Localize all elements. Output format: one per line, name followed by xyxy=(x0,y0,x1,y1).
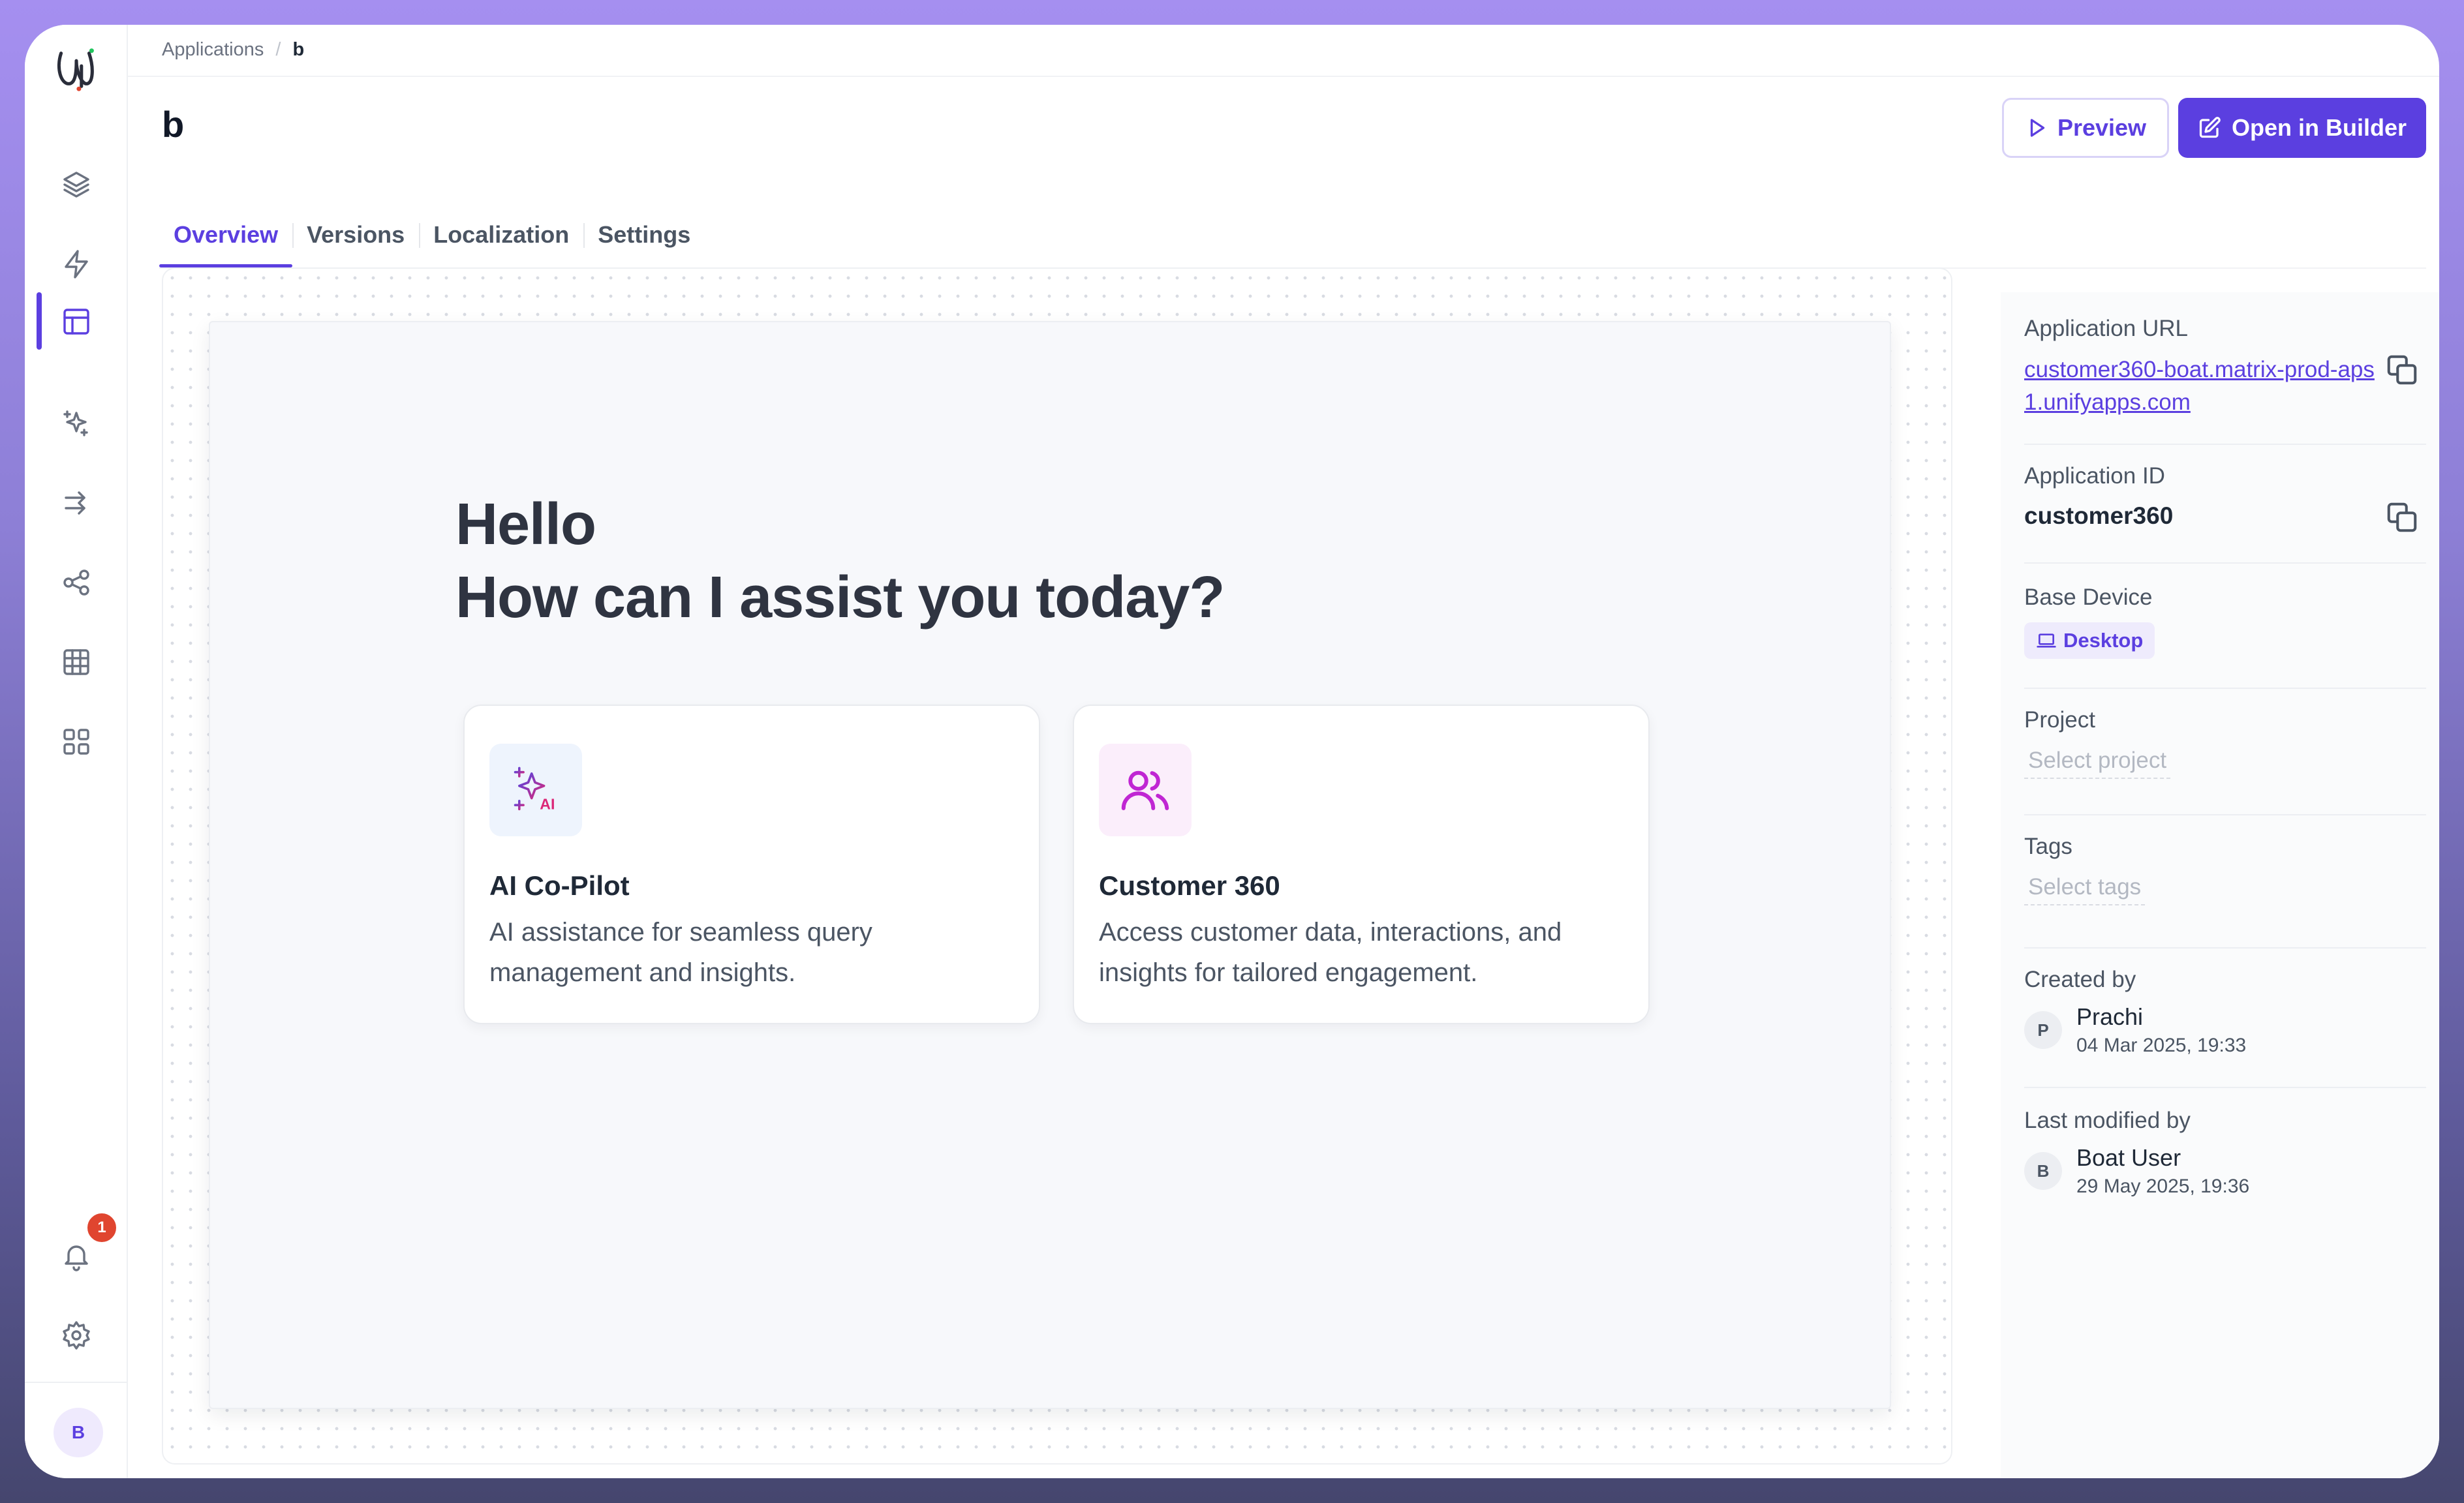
field-label: Created by xyxy=(2024,967,2136,992)
breadcrumb-applications[interactable]: Applications xyxy=(162,39,264,61)
greeting-line-1: Hello xyxy=(455,492,596,557)
field-divider xyxy=(2024,947,2426,949)
project-select[interactable]: Select project xyxy=(2024,748,2171,779)
ai-sparkles-icon: AI xyxy=(514,767,555,812)
device-chip: Desktop xyxy=(2024,622,2155,659)
field-tags: Tags Select tags xyxy=(2024,834,2426,905)
field-application-id: Application ID customer360 xyxy=(2024,463,2426,532)
card-title: AI Co-Pilot xyxy=(489,870,630,901)
nav-integrations[interactable] xyxy=(54,480,99,526)
edit-icon xyxy=(2199,117,2221,138)
card-icon-bg: AI xyxy=(489,744,582,836)
sidebar-divider xyxy=(25,1382,128,1383)
app-window: 1 B Applications / b b Preview Open in B… xyxy=(25,25,2439,1478)
device-chip-label: Desktop xyxy=(2063,629,2144,652)
header-divider xyxy=(128,76,2439,77)
tab-versions[interactable]: Versions xyxy=(292,202,419,267)
nav-settings[interactable] xyxy=(54,1313,99,1358)
card-icon-bg xyxy=(1099,744,1192,836)
tab-bar: Overview Versions Localization Settings xyxy=(159,202,705,267)
layout-icon xyxy=(63,309,89,335)
card-description: AI assistance for seamless query managem… xyxy=(489,918,872,987)
play-icon xyxy=(2030,119,2045,137)
sidebar: 1 B xyxy=(25,25,128,1478)
card-ai-copilot[interactable]: AI AI Co-Pilot AI assistance for seamles… xyxy=(463,705,1040,1024)
tab-localization[interactable]: Localization xyxy=(419,202,583,267)
field-label: Application URL xyxy=(2024,316,2188,341)
field-label: Tags xyxy=(2024,834,2072,859)
field-base-device: Base Device Desktop xyxy=(2024,584,2426,659)
application-id-value: customer360 xyxy=(2024,502,2174,529)
table-icon xyxy=(63,649,89,675)
tab-overview[interactable]: Overview xyxy=(159,202,293,267)
breadcrumb-separator: / xyxy=(275,38,281,60)
gear-icon xyxy=(63,1321,90,1350)
sparkles-icon xyxy=(63,410,88,436)
preview-button[interactable]: Preview xyxy=(2002,98,2169,158)
field-divider xyxy=(2024,562,2426,564)
field-divider xyxy=(2024,1087,2426,1088)
tab-settings[interactable]: Settings xyxy=(583,202,705,267)
nav-ai[interactable] xyxy=(54,401,99,446)
field-project: Project Select project xyxy=(2024,707,2426,779)
user-name: Boat User xyxy=(2076,1144,2181,1171)
greeting-line-2: How can I assist you today? xyxy=(455,565,1225,630)
copy-id-button[interactable] xyxy=(2384,500,2420,535)
user-date: 04 Mar 2025, 19:33 xyxy=(2076,1035,2247,1056)
copy-icon xyxy=(2387,355,2417,385)
nav-data[interactable] xyxy=(54,639,99,685)
nav-connections[interactable] xyxy=(54,560,99,605)
share-nodes-icon xyxy=(63,569,89,596)
field-created-by: Created by P Prachi 04 Mar 2025, 19:33 xyxy=(2024,967,2426,1057)
nav-automations[interactable] xyxy=(54,241,99,287)
field-last-modified-by: Last modified by B Boat User 29 May 2025… xyxy=(2024,1108,2426,1198)
lightning-icon xyxy=(65,250,88,279)
bell-icon xyxy=(65,1245,88,1271)
ai-icon-text: AI xyxy=(540,795,555,812)
nav-apps[interactable] xyxy=(54,719,99,765)
details-panel: Application URL customer360-boat.matrix-… xyxy=(2001,292,2439,1478)
field-label: Base Device xyxy=(2024,584,2153,610)
user-date: 29 May 2025, 19:36 xyxy=(2076,1176,2250,1197)
layers-icon xyxy=(63,172,89,198)
card-customer-360[interactable]: Customer 360 Access customer data, inter… xyxy=(1073,705,1650,1024)
transfer-icon xyxy=(65,491,85,515)
users-icon xyxy=(1121,770,1169,810)
active-nav-indicator xyxy=(37,292,42,350)
laptop-icon xyxy=(2037,633,2056,648)
app-logo-icon[interactable] xyxy=(51,43,102,94)
breadcrumb: Applications / b xyxy=(162,37,304,63)
tags-select[interactable]: Select tags xyxy=(2024,874,2146,905)
card-description: Access customer data, interactions, and … xyxy=(1099,918,1562,987)
open-in-builder-label: Open in Builder xyxy=(2231,114,2407,141)
field-label: Last modified by xyxy=(2024,1108,2191,1133)
field-divider xyxy=(2024,444,2426,445)
field-application-url: Application URL customer360-boat.matrix-… xyxy=(2024,316,2426,419)
copy-url-button[interactable] xyxy=(2384,352,2420,387)
created-by-user: P Prachi 04 Mar 2025, 19:33 xyxy=(2024,1003,2426,1057)
nav-applications[interactable] xyxy=(54,299,99,344)
field-divider xyxy=(2024,814,2426,815)
breadcrumb-current: b xyxy=(292,38,305,60)
greeting-heading: Hello How can I assist you today? xyxy=(455,488,1225,634)
open-in-builder-button[interactable]: Open in Builder xyxy=(2178,98,2426,158)
user-name: Prachi xyxy=(2076,1003,2144,1030)
modified-by-user: B Boat User 29 May 2025, 19:36 xyxy=(2024,1144,2426,1198)
application-url-link[interactable]: customer360-boat.matrix-prod-aps1.unifya… xyxy=(2024,354,2377,419)
grid-apps-icon xyxy=(63,729,89,755)
copy-icon xyxy=(2387,502,2417,532)
notification-badge: 1 xyxy=(85,1211,119,1245)
field-label: Project xyxy=(2024,707,2095,733)
preview-button-label: Preview xyxy=(2057,114,2147,141)
user-avatar: P xyxy=(2024,1011,2062,1049)
page-title: b xyxy=(162,104,185,145)
user-avatar: B xyxy=(2024,1152,2062,1190)
field-label: Application ID xyxy=(2024,463,2165,489)
field-divider xyxy=(2024,688,2426,689)
card-title: Customer 360 xyxy=(1099,870,1280,901)
nav-layers[interactable] xyxy=(54,162,99,207)
user-avatar[interactable]: B xyxy=(54,1408,103,1457)
